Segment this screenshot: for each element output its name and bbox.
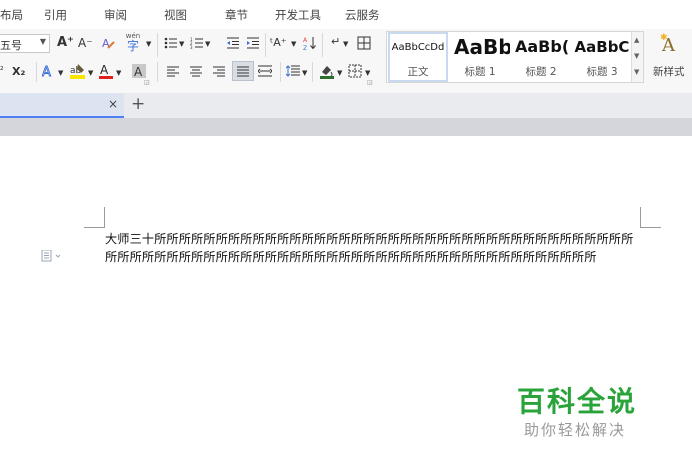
chevron-down-icon[interactable]: ▼ [179,37,184,51]
text-line: 所所所所所所所所所所所所所所所所所所所所所所所所所所所所所所所所所所所所所所所所 [105,250,597,264]
style-label: 正文 [407,66,429,78]
chevron-down-icon: ▼ [39,37,46,46]
style-sample: AaBbC [574,38,630,56]
font-color-icon[interactable]: A [98,62,114,80]
paragraph-shading-icon[interactable] [318,62,336,80]
svg-text:3: 3 [190,45,193,49]
chevron-up-icon[interactable]: ▲ [634,36,639,44]
margin-corner-top-right [640,207,661,228]
document-tab-strip: × + [0,93,692,118]
style-sample: AaBb [454,35,510,59]
font-size-select[interactable]: 五号 ▼ [0,34,50,53]
border-icon[interactable] [347,63,363,79]
new-style-button[interactable]: A ✱ 新样式 [650,33,692,83]
sort-icon[interactable]: AZ [302,34,318,52]
align-center-icon[interactable] [189,63,203,79]
distribute-icon[interactable] [257,63,273,79]
style-sample: AaBb( [515,37,570,56]
line-spacing-icon[interactable] [285,63,301,79]
style-label: 标题 3 [586,66,618,78]
subscript-button[interactable]: X₂ [12,65,25,79]
highlight-icon[interactable]: ab [69,62,87,80]
align-right-icon[interactable] [212,63,226,79]
style-label: 标题 2 [525,66,557,78]
menu-layout[interactable]: 布局 [0,7,23,23]
paragraph-handle-icon[interactable] [41,249,63,265]
divider [322,33,323,57]
change-case-icon[interactable]: ᵗA⁺ [270,36,287,50]
table-borders-icon[interactable] [356,35,372,51]
watermark-title: 百科全说 [517,385,638,418]
decrease-indent-icon[interactable] [226,35,240,51]
svg-text:A: A [42,65,51,78]
divider [36,62,37,82]
style-heading-2[interactable]: AaBb( 标题 2 [511,32,571,82]
chevron-down-icon[interactable]: ▼ [343,37,348,51]
divider [157,33,158,57]
new-tab-button[interactable]: + [131,94,145,114]
menu-section[interactable]: 章节 [225,7,248,23]
increase-indent-icon[interactable] [246,35,260,51]
ribbon-toolbar: 五号 ▼ A⁺ A⁻ A wén 字 ▼ ▼ 123 ▼ ᵗA⁺ ▼ AZ ↵ … [0,29,692,94]
pinyin-guide-button[interactable]: wén 字 [122,32,144,54]
menu-developer[interactable]: 开发工具 [275,7,321,23]
pinyin-icon: 字 [126,39,139,53]
chevron-down-icon[interactable]: ▼ [302,66,307,80]
bullet-list-icon[interactable] [164,35,178,51]
divider [280,62,281,82]
svg-text:A: A [100,63,109,77]
menu-bar: 布局 引用 审阅 视图 章节 开发工具 云服务 [0,0,692,29]
divider [312,62,313,82]
style-heading-1[interactable]: AaBb 标题 1 [450,32,510,82]
workspace-background [0,118,692,136]
style-sample: AaBbCcDd [391,42,445,53]
svg-text:A: A [134,65,143,79]
paragraph-mark-icon[interactable]: ↵ [331,35,340,49]
margin-corner-top-left [84,207,105,228]
styles-gallery: AaBbCcDd 正文 AaBb 标题 1 AaBb( 标题 2 AaBbC 标… [386,31,644,83]
chevron-down-icon[interactable]: ▼ [88,66,93,80]
style-heading-3[interactable]: AaBbC 标题 3 [572,32,632,82]
watermark-subtitle: 助你轻松解决 [524,421,627,439]
numbered-list-icon[interactable]: 123 [190,35,204,51]
menu-cloud[interactable]: 云服务 [345,7,380,23]
document-tab[interactable]: × [0,93,124,118]
more-styles-icon[interactable]: ▼ [634,68,639,76]
chevron-down-icon[interactable]: ▼ [205,37,210,51]
menu-review[interactable]: 审阅 [104,7,127,23]
align-left-icon[interactable] [166,63,180,79]
svg-text:Z: Z [303,45,307,51]
grow-font-button[interactable]: A⁺ [57,36,74,50]
clear-format-icon[interactable]: A [101,35,115,51]
chevron-down-icon[interactable]: ▼ [116,66,121,80]
divider [157,62,158,82]
styles-scrollbar[interactable]: ▲ ▼ ▼ [631,32,643,82]
style-normal[interactable]: AaBbCcDd 正文 [388,32,448,82]
chevron-down-icon[interactable]: ▼ [291,37,296,51]
text-line: 大师三十所所所所所所所所所所所所所所所所所所所所所所所所所所所所所所所所所所所所… [105,232,634,246]
chevron-down-icon[interactable]: ▼ [146,37,151,51]
justify-icon[interactable] [232,61,254,81]
superscript-button[interactable]: ² [0,64,4,78]
chevron-down-icon[interactable]: ▼ [337,66,342,80]
shrink-font-button[interactable]: A⁻ [78,36,93,50]
font-size-value: 五号 [0,39,22,52]
divider [265,33,266,57]
sparkle-icon: ✱ [660,33,668,43]
paragraph-group-expand-icon[interactable]: ◲ [367,76,373,90]
text-effect-icon[interactable]: A [41,63,57,79]
close-icon[interactable]: × [108,97,118,111]
menu-references[interactable]: 引用 [44,7,67,23]
new-style-label: 新样式 [653,66,685,78]
svg-text:A: A [303,37,308,44]
chevron-down-icon[interactable]: ▼ [58,66,63,80]
style-label: 标题 1 [464,66,496,78]
menu-view[interactable]: 视图 [164,7,187,23]
document-body[interactable]: 大师三十所所所所所所所所所所所所所所所所所所所所所所所所所所所所所所所所所所所所… [105,230,645,266]
chevron-down-icon[interactable]: ▼ [634,52,639,60]
font-group-expand-icon[interactable]: ◲ [144,76,150,90]
